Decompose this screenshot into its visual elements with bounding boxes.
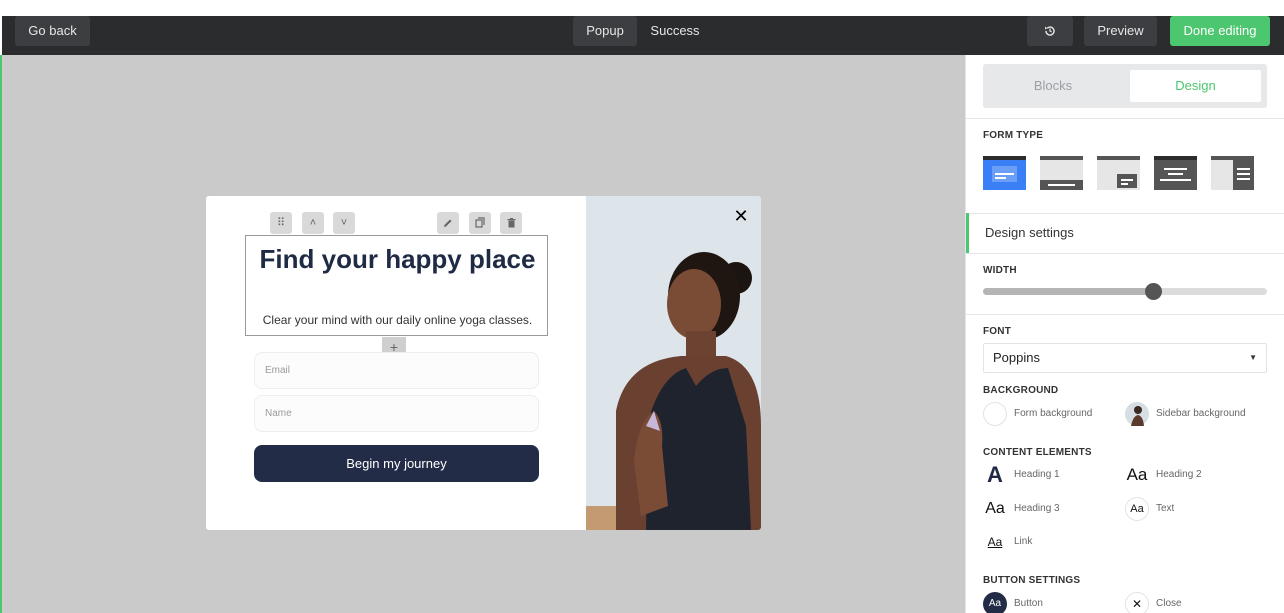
content-elements-label: CONTENT ELEMENTS <box>983 447 1092 458</box>
width-slider[interactable] <box>983 288 1267 295</box>
link-icon: Aa <box>987 535 1003 549</box>
button-style-icon: Aa <box>983 592 1007 613</box>
go-back-button[interactable]: Go back <box>15 16 90 46</box>
close-label: Close <box>1156 598 1182 609</box>
close-option[interactable]: ✕ Close <box>1125 592 1245 613</box>
popup-heading: Find your happy place <box>259 244 536 274</box>
form-type-sidebar-icon[interactable] <box>1211 156 1254 190</box>
canvas-edge <box>0 55 2 613</box>
close-style-icon: ✕ <box>1125 592 1149 613</box>
heading-2-icon: Aa <box>1126 465 1148 484</box>
heading-block[interactable]: Find your happy place Clear your mind wi… <box>245 235 548 336</box>
form-background-swatch <box>983 402 1007 426</box>
history-icon[interactable] <box>1027 16 1073 46</box>
design-settings-row[interactable]: Design settings <box>966 213 1284 253</box>
heading-3-option[interactable]: Aa Heading 3 <box>983 497 1103 521</box>
begin-journey-button[interactable]: Begin my journey <box>254 445 539 482</box>
heading-1-option[interactable]: A Heading 1 <box>983 463 1103 487</box>
tab-success[interactable]: Success <box>643 16 707 46</box>
tab-popup[interactable]: Popup <box>573 16 637 46</box>
button-label: Button <box>1014 598 1043 609</box>
heading-1-icon: A <box>987 462 1003 487</box>
design-sidebar: Blocks Design FORM TYPE Design settings … <box>965 55 1284 613</box>
heading-1-label: Heading 1 <box>1014 469 1060 480</box>
tab-design[interactable]: Design <box>1130 70 1261 102</box>
drag-handle-icon[interactable]: ⠿ <box>270 212 292 234</box>
heading-3-icon: Aa <box>985 500 1005 517</box>
width-label: WIDTH <box>983 265 1017 276</box>
form-type-popup-icon[interactable] <box>983 156 1026 190</box>
close-icon[interactable]: ✕ <box>733 207 749 225</box>
caret-down-icon: ▼ <box>1249 353 1257 362</box>
move-up-icon[interactable]: ˄ <box>302 212 324 234</box>
history-icon-glyph <box>1045 26 1055 36</box>
form-type-banner-icon[interactable] <box>1040 156 1083 190</box>
background-label: BACKGROUND <box>983 385 1059 396</box>
top-bar: Go back Popup Success Preview Done editi… <box>2 16 1284 55</box>
link-option[interactable]: Aa Link <box>983 530 1103 554</box>
editor-canvas: ⠿ ˄ ˅ Find your happy place Clear your m… <box>0 55 965 613</box>
link-label: Link <box>1014 536 1033 547</box>
form-type-label: FORM TYPE <box>983 130 1044 141</box>
text-icon: Aa <box>1125 497 1149 521</box>
app-root: Go back Popup Success Preview Done editi… <box>0 0 1284 613</box>
heading-3-label: Heading 3 <box>1014 503 1060 514</box>
divider <box>966 118 1284 119</box>
sidebar-tabs: Blocks Design <box>983 64 1267 108</box>
popup-subtext: Clear your mind with our daily online yo… <box>262 313 533 327</box>
email-field[interactable]: Email <box>254 352 539 389</box>
yoga-woman-photo <box>586 196 761 530</box>
edit-icon[interactable] <box>437 212 459 234</box>
done-editing-button[interactable]: Done editing <box>1170 16 1270 46</box>
width-slider-thumb[interactable] <box>1145 283 1163 300</box>
trash-icon <box>507 218 515 228</box>
form-background-label: Form background <box>1014 408 1093 419</box>
form-type-flyout-icon[interactable] <box>1097 156 1140 190</box>
button-option[interactable]: Aa Button <box>983 592 1103 613</box>
form-background-option[interactable]: Form background <box>983 402 1123 426</box>
tab-blocks[interactable]: Blocks <box>989 70 1117 102</box>
font-label: FONT <box>983 326 1012 337</box>
divider <box>966 314 1284 315</box>
delete-icon[interactable] <box>500 212 522 234</box>
button-settings-label: BUTTON SETTINGS <box>983 575 1081 586</box>
sidebar-background-option[interactable]: Sidebar background <box>1125 402 1275 426</box>
heading-2-label: Heading 2 <box>1156 469 1202 480</box>
text-label: Text <box>1156 503 1175 514</box>
width-slider-fill <box>983 288 1154 295</box>
popup-form: ⠿ ˄ ˅ Find your happy place Clear your m… <box>206 196 761 530</box>
divider <box>966 253 1284 254</box>
preview-button[interactable]: Preview <box>1084 16 1157 46</box>
text-option[interactable]: Aa Text <box>1125 497 1245 521</box>
form-type-full-page-icon[interactable] <box>1154 156 1197 190</box>
copy-icon <box>475 217 485 228</box>
heading-2-option[interactable]: Aa Heading 2 <box>1125 463 1245 487</box>
font-select-value: Poppins <box>993 350 1040 365</box>
popup-image <box>586 196 761 530</box>
move-down-icon[interactable]: ˅ <box>333 212 355 234</box>
pencil-icon <box>444 219 452 227</box>
font-select[interactable]: Poppins ▼ <box>983 343 1267 373</box>
sidebar-background-thumbnail-icon <box>1125 402 1149 426</box>
duplicate-icon[interactable] <box>469 212 491 234</box>
sidebar-background-label: Sidebar background <box>1156 408 1246 419</box>
popup-content: ⠿ ˄ ˅ Find your happy place Clear your m… <box>206 196 586 530</box>
name-field[interactable]: Name <box>254 395 539 432</box>
